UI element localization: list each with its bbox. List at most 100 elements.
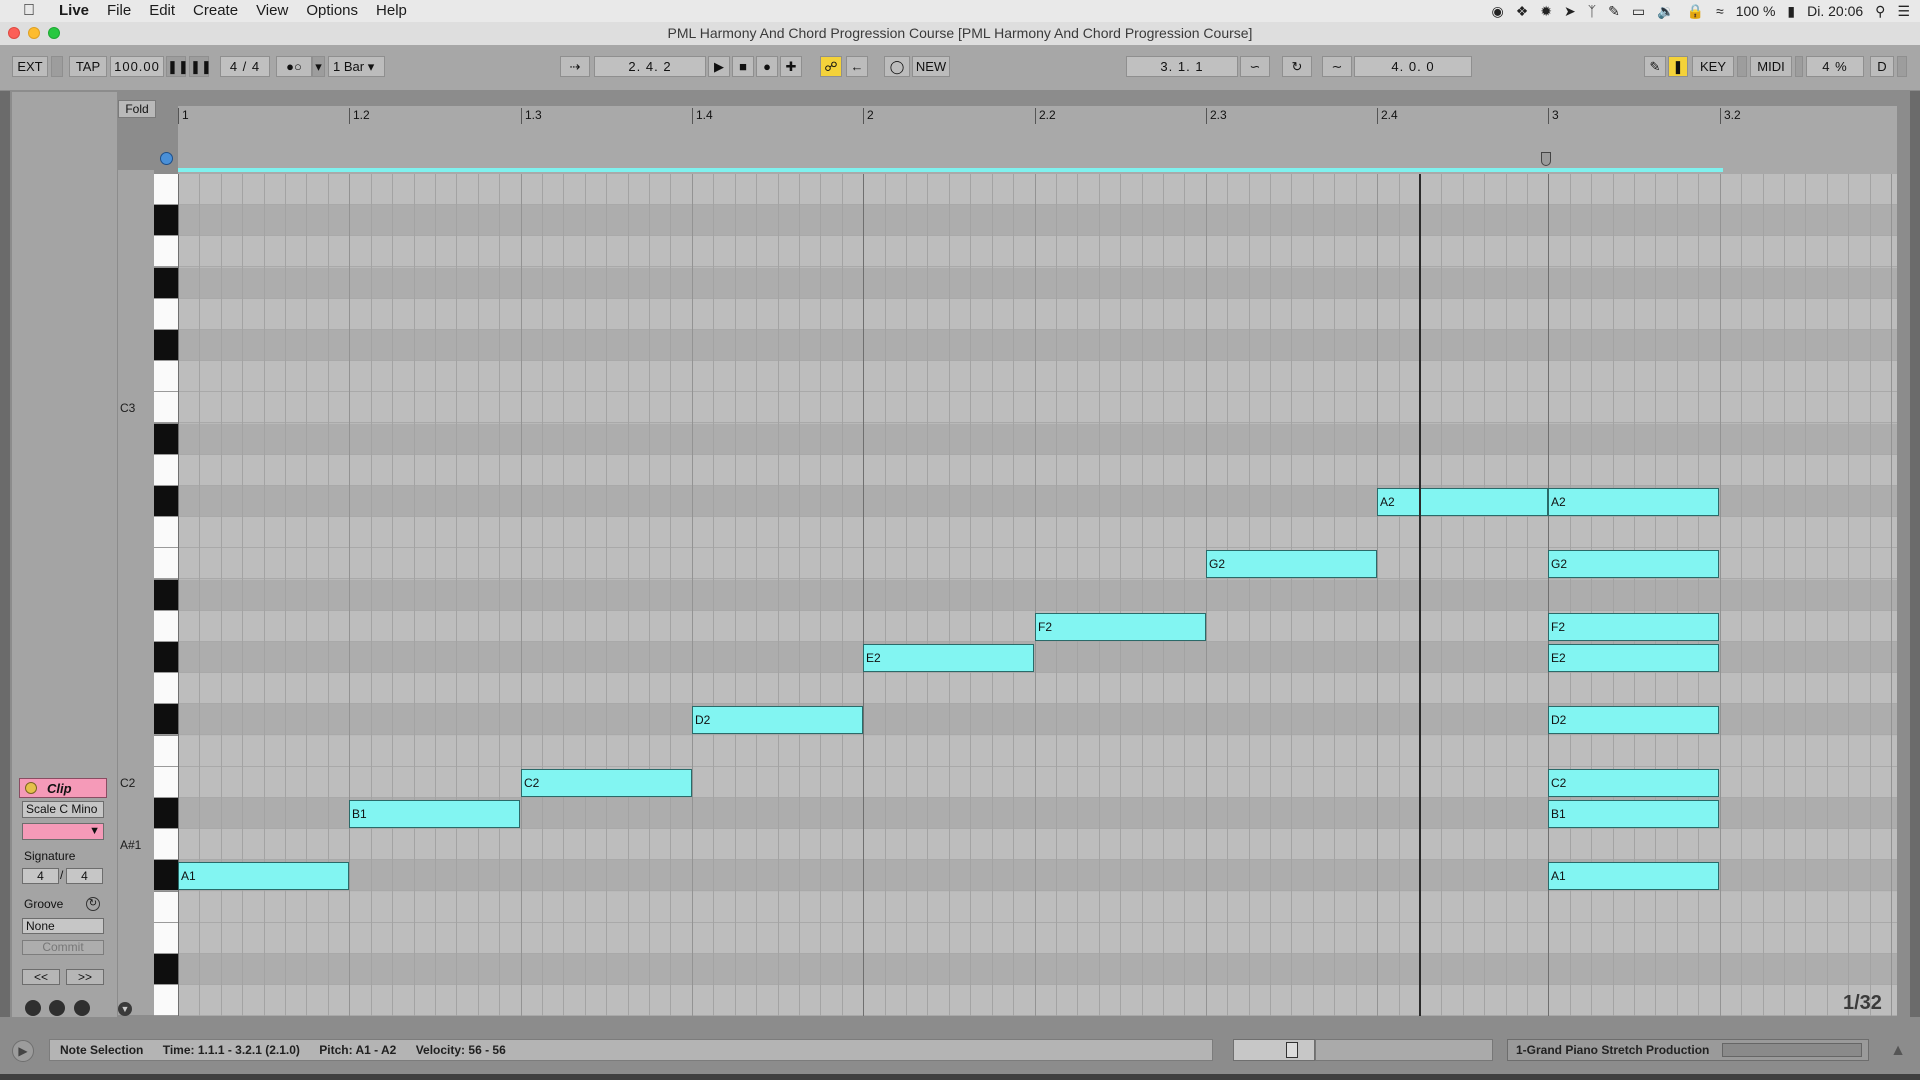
signature-denominator[interactable]: 4	[66, 868, 103, 884]
computer-midi-keyboard-button[interactable]: ❚	[1668, 56, 1688, 77]
piano-key-black[interactable]	[154, 486, 178, 517]
midi-note[interactable]: A1	[1548, 862, 1719, 890]
follow-button[interactable]: ⇢	[560, 56, 590, 77]
battery-icon[interactable]: ▮	[1787, 0, 1795, 22]
apple-icon[interactable]: 	[20, 2, 38, 20]
clip-activator-icon[interactable]	[25, 782, 37, 794]
previous-button[interactable]: <<	[22, 969, 60, 985]
loop-brace[interactable]	[178, 168, 1723, 172]
groove-selector[interactable]: None	[22, 918, 104, 934]
show-info-view-icon[interactable]: ▶	[12, 1040, 34, 1062]
fork-icon[interactable]: ᛉ	[1588, 0, 1596, 22]
stop-button[interactable]: ■	[732, 56, 754, 77]
show-detail-view-icon[interactable]: ▲	[1887, 1041, 1909, 1061]
midi-note[interactable]: F2	[1035, 613, 1206, 641]
piano-key-black[interactable]	[154, 642, 178, 673]
midi-note[interactable]: C2	[1548, 769, 1719, 797]
piano-key-white[interactable]	[154, 735, 178, 767]
nudge-up-button[interactable]: ❚❚	[189, 56, 212, 77]
midi-note[interactable]: G2	[1548, 550, 1719, 578]
battery-text[interactable]: 100 %	[1736, 0, 1776, 22]
clip-color-chooser[interactable]: ▼	[22, 823, 104, 840]
automation-arm-button[interactable]: ☍	[820, 56, 842, 77]
loop-length-field[interactable]: 4. 0. 0	[1354, 56, 1472, 77]
loop-switch-button[interactable]: ↻	[1282, 56, 1312, 77]
tap-tempo-button[interactable]: TAP	[69, 56, 107, 77]
menu-help[interactable]: Help	[367, 0, 416, 22]
piano-key-white[interactable]	[154, 673, 178, 705]
menu-live[interactable]: Live	[50, 0, 98, 22]
dropbox-icon[interactable]: ❖	[1516, 0, 1529, 22]
midi-note-editor[interactable]: A1 B1 C2 D2 E2 F2 G2 A2 A2 G2 F2 E2 D2 C2 B1 A1	[178, 174, 1897, 1016]
piano-key-white[interactable]	[154, 610, 178, 642]
punch-out-button[interactable]: ∼	[1322, 56, 1352, 77]
clip-header[interactable]: Clip	[19, 778, 107, 798]
spotlight-icon[interactable]: ⚲	[1875, 0, 1885, 22]
piano-key-white[interactable]	[154, 891, 178, 923]
menu-file[interactable]: File	[98, 0, 140, 22]
notes-box-icon[interactable]	[74, 1000, 90, 1016]
metronome-options-icon[interactable]: ▾	[312, 56, 325, 77]
midi-note[interactable]: E2	[1548, 644, 1719, 672]
draw-mode-button[interactable]: ✎	[1644, 56, 1666, 77]
commit-button[interactable]: Commit	[22, 940, 104, 955]
signature-numerator[interactable]: 4	[22, 868, 59, 884]
scroll-down-icon[interactable]: ▼	[118, 1002, 132, 1016]
wifi-icon[interactable]: ≈	[1716, 0, 1724, 22]
piano-key-black[interactable]	[154, 330, 178, 361]
metronome-button[interactable]: ●○	[276, 56, 312, 77]
fold-button[interactable]: Fold	[118, 100, 156, 118]
piano-key-white[interactable]	[154, 174, 178, 205]
menu-options[interactable]: Options	[297, 0, 367, 22]
menu-create[interactable]: Create	[184, 0, 247, 22]
piano-key-white[interactable]	[154, 236, 178, 268]
midi-note[interactable]: B1	[349, 800, 520, 828]
envelopes-box-icon[interactable]	[49, 1000, 65, 1016]
launch-box-icon[interactable]	[25, 1000, 41, 1016]
airplay-icon[interactable]: ▭	[1632, 0, 1645, 22]
ext-options[interactable]	[51, 56, 63, 77]
record-button[interactable]: ●	[756, 56, 778, 77]
record-status-icon[interactable]: ◉	[1492, 0, 1504, 22]
script-icon[interactable]: ✎	[1608, 0, 1620, 22]
midi-note[interactable]: A1	[178, 862, 349, 890]
piano-key-black[interactable]	[154, 860, 178, 892]
tempo-field[interactable]: 100.00	[110, 56, 164, 77]
midi-note[interactable]: A2	[1377, 488, 1548, 516]
play-button[interactable]: ▶	[708, 56, 730, 77]
track-selector[interactable]: 1-Grand Piano Stretch Production	[1507, 1039, 1869, 1061]
location-icon[interactable]: ➤	[1564, 0, 1576, 22]
piano-key-white[interactable]	[154, 829, 178, 861]
piano-key-white[interactable]	[154, 985, 178, 1017]
piano-key-black[interactable]	[154, 579, 178, 611]
groove-hot-swap-icon[interactable]: ↻	[86, 897, 100, 911]
midi-note[interactable]: B1	[1548, 800, 1719, 828]
loop-record-button[interactable]: ◯	[884, 56, 910, 77]
loop-marker-icon[interactable]	[160, 152, 173, 165]
loop-start-field[interactable]: 3. 1. 1	[1126, 56, 1238, 77]
time-signature-field[interactable]: 4 / 4	[220, 56, 270, 77]
overview-handle[interactable]	[1286, 1042, 1298, 1058]
piano-key-white[interactable]	[154, 548, 178, 580]
new-clip-button[interactable]: NEW	[912, 56, 950, 77]
midi-note[interactable]: C2	[521, 769, 692, 797]
midi-note[interactable]: F2	[1548, 613, 1719, 641]
sync-icon[interactable]: ✹	[1540, 0, 1552, 22]
next-button[interactable]: >>	[66, 969, 104, 985]
volume-icon[interactable]: 🔉	[1657, 0, 1674, 22]
lock-icon[interactable]: 🔒	[1687, 0, 1704, 22]
piano-key-white[interactable]	[154, 361, 178, 393]
arrangement-position-field[interactable]: 2. 4. 2	[594, 56, 706, 77]
piano-key-white[interactable]	[154, 517, 178, 549]
overview-scroll-area[interactable]	[1315, 1039, 1493, 1061]
piano-key-white[interactable]	[154, 392, 178, 424]
menu-edit[interactable]: Edit	[140, 0, 184, 22]
piano-key-black[interactable]	[154, 704, 178, 736]
beat-time-ruler[interactable]: 1 1.2 1.3 1.4 2 2.2 2.3 2.4 3 3.2	[178, 106, 1897, 174]
punch-in-button[interactable]: ∽	[1240, 56, 1270, 77]
quantize-menu[interactable]: 1 Bar ▾	[328, 56, 385, 77]
overview-mini-preview[interactable]	[1233, 1039, 1315, 1061]
clip-name-field[interactable]: Scale C Mino	[22, 801, 104, 818]
midi-note[interactable]: D2	[1548, 706, 1719, 734]
piano-key-black[interactable]	[154, 798, 178, 829]
